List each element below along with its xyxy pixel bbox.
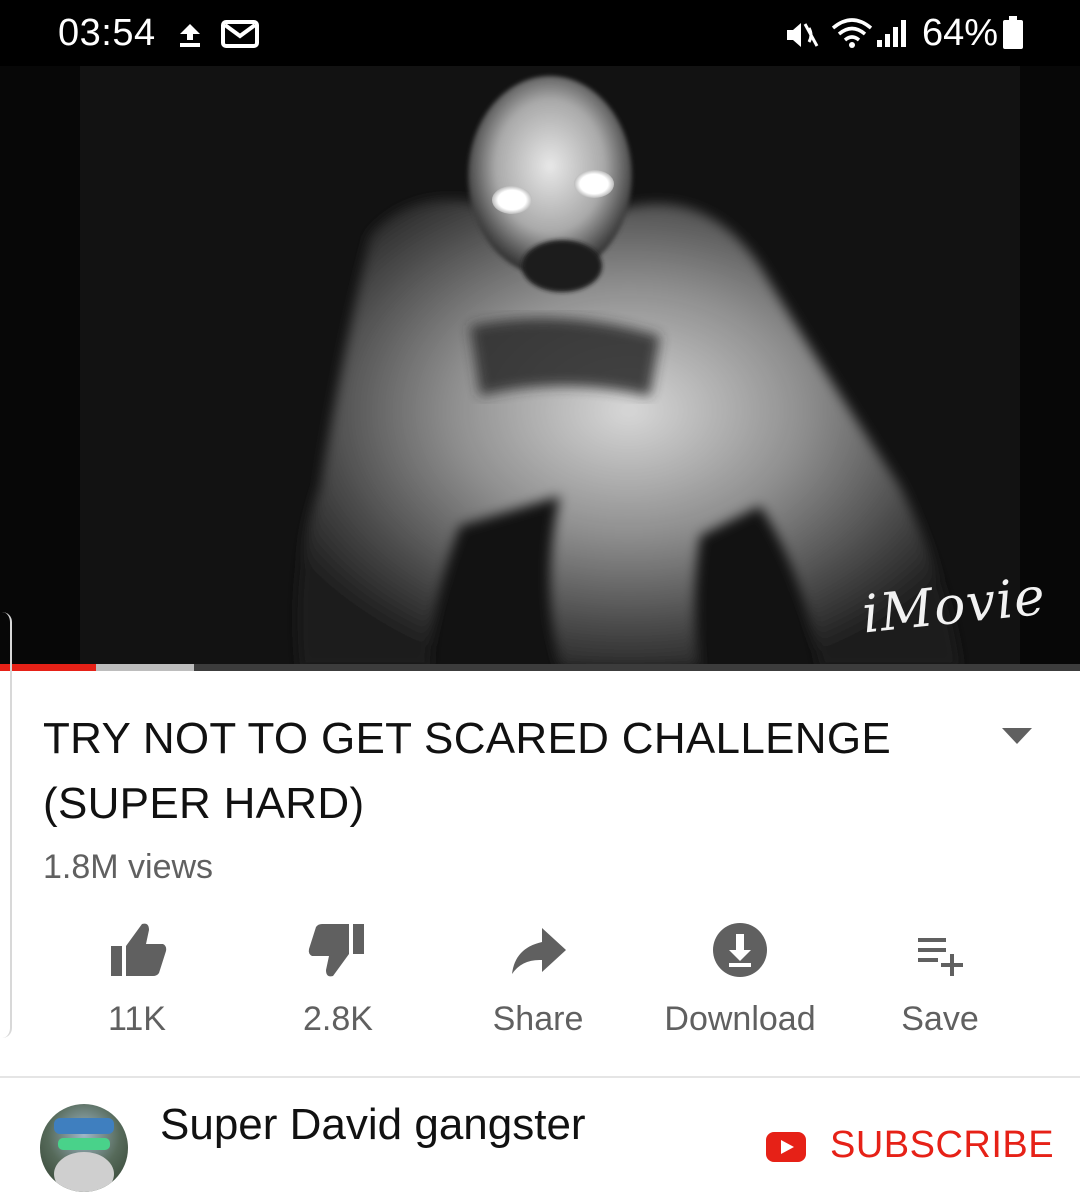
youtube-logo-icon: [766, 1132, 806, 1162]
video-player[interactable]: iMovie: [0, 66, 1080, 668]
download-button[interactable]: Download: [640, 920, 840, 1050]
subscribe-label: SUBSCRIBE: [830, 1124, 1055, 1166]
share-icon: [512, 928, 566, 974]
video-actions: 11K 2.8K Share Download Save: [0, 920, 1080, 1060]
share-label: Share: [492, 1000, 584, 1038]
save-label: Save: [901, 1000, 979, 1038]
add-to-playlist-icon: [918, 938, 963, 976]
like-button[interactable]: 11K: [37, 920, 237, 1050]
video-frame[interactable]: [0, 66, 1080, 668]
mute-icon: [785, 20, 819, 55]
video-title-line-2: (SUPER HARD): [43, 779, 365, 828]
like-count: 11K: [108, 1000, 166, 1038]
download-icon: [713, 923, 767, 977]
video-title-line-1: TRY NOT TO GET SCARED CHALLENGE: [43, 714, 891, 763]
wifi-icon: [830, 16, 874, 55]
subscribe-button[interactable]: SUBSCRIBE: [766, 1124, 1056, 1174]
share-button[interactable]: Share: [438, 920, 638, 1050]
expand-description-icon[interactable]: [1000, 726, 1034, 751]
save-button[interactable]: Save: [840, 920, 1040, 1050]
video-progress-bar[interactable]: [0, 664, 1080, 671]
dislike-count: 2.8K: [303, 1000, 373, 1038]
channel-avatar[interactable]: [40, 1104, 128, 1192]
mail-icon: [221, 20, 259, 53]
status-time: 03:54: [58, 12, 156, 54]
status-bar: 03:54 64%: [0, 0, 1080, 66]
progress-played: [0, 664, 97, 671]
download-label: Download: [664, 1000, 816, 1038]
thumbs-up-icon: [111, 923, 167, 976]
view-count: 1.8M views: [43, 848, 214, 886]
dislike-button[interactable]: 2.8K: [238, 920, 438, 1050]
video-title[interactable]: TRY NOT TO GET SCARED CHALLENGE (SUPER H…: [43, 706, 923, 836]
signal-icon: [876, 18, 910, 53]
battery-percent: 64%: [922, 12, 999, 54]
battery-icon: [1002, 16, 1024, 55]
thumbs-down-icon: [308, 924, 364, 977]
upload-icon: [176, 22, 204, 53]
channel-name[interactable]: Super David gangster: [160, 1100, 586, 1150]
section-divider: [0, 1076, 1080, 1078]
